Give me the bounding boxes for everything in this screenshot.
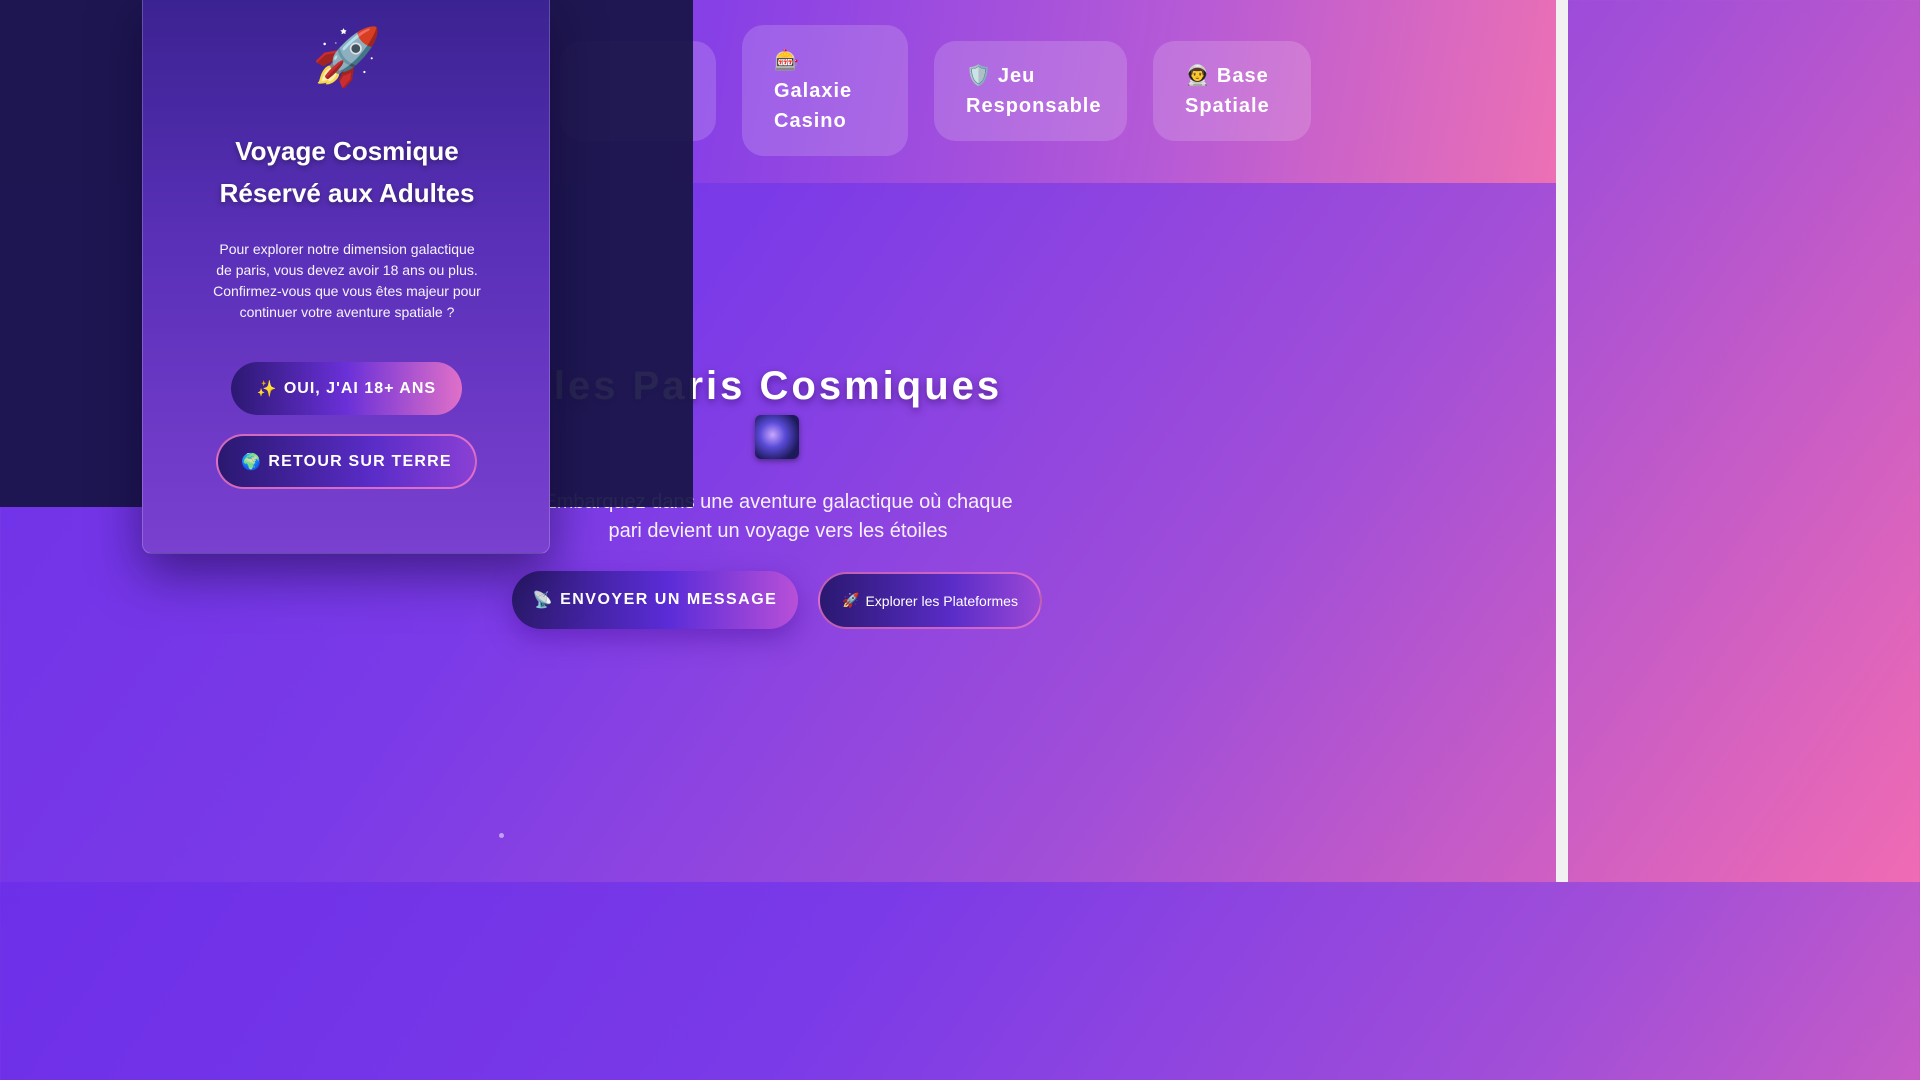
shield-icon: 🛡️ (966, 65, 992, 87)
slot-machine-icon: 🎰 (774, 49, 800, 72)
nav-item-base-spatiale[interactable]: 👨‍🚀 Base Spatiale (1153, 41, 1311, 141)
astronaut-icon: 👨‍🚀 (1185, 65, 1211, 87)
button-label: OUI, J'AI 18+ ANS (283, 379, 437, 397)
satellite-dish-icon: 📡 (532, 592, 555, 609)
confirm-age-button[interactable]: ✨ OUI, J'AI 18+ ANS (231, 362, 462, 415)
decline-age-button[interactable]: 🌍 RETOUR SUR TERRE (216, 434, 477, 489)
nav-item-label: Galaxie Casino (774, 79, 853, 132)
nav-item-galaxie-casino[interactable]: 🎰 Galaxie Casino (742, 25, 908, 156)
send-message-button[interactable]: 📡 ENVOYER UN MESSAGE (512, 571, 798, 629)
modal-title-line: Voyage Cosmique (235, 136, 459, 166)
button-label: ENVOYER UN MESSAGE (560, 591, 778, 608)
age-verification-modal: 🚀 Voyage Cosmique Réservé aux Adultes Po… (142, 0, 550, 554)
modal-title: Voyage Cosmique Réservé aux Adultes (143, 130, 551, 214)
modal-message: Pour explorer notre dimension galactique… (213, 241, 481, 320)
sparkles-icon: ✨ (256, 380, 278, 398)
nav-item-jeu-responsable[interactable]: 🛡️ Jeu Responsable (934, 41, 1127, 141)
rocket-icon: 🚀 (312, 25, 382, 88)
milky-way-icon (755, 415, 799, 459)
modal-title-line: Réservé aux Adultes (219, 178, 475, 208)
button-label: Explorer les Plateformes (865, 592, 1018, 609)
globe-icon: 🌍 (241, 453, 263, 471)
scrollbar[interactable] (1556, 0, 1568, 882)
decorative-star (499, 833, 504, 838)
button-label: RETOUR SUR TERRE (268, 452, 452, 470)
explore-platforms-button[interactable]: 🚀 Explorer les Plateformes (818, 572, 1042, 629)
rocket-icon: 🚀 (842, 592, 860, 608)
